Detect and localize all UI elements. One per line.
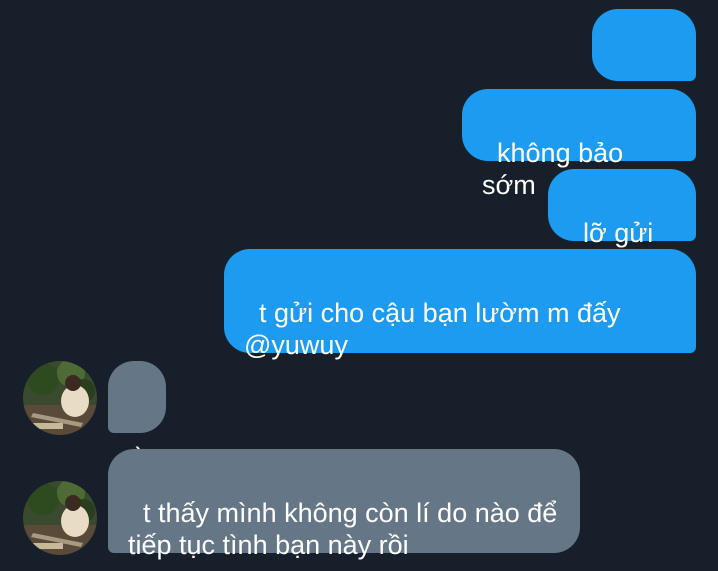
user-avatar[interactable] [23, 361, 97, 435]
message-text: t gửi cho cậu bạn lườm m đấy @yuwuy [244, 298, 621, 360]
received-message-bubble[interactable]: :) [108, 361, 166, 472]
dm-conversation: { "colors": { "background": "#17202a", "… [0, 0, 718, 571]
sent-message-bubble[interactable]: oops [592, 9, 696, 120]
sent-message-bubble[interactable]: t gửi cho cậu bạn lườm m đấy @yuwuy [224, 249, 696, 360]
sent-message-bubble[interactable]: không bảo sớm [462, 89, 696, 200]
sent-message-bubble[interactable]: lỡ gửi rồi [548, 169, 696, 280]
avatar-image [23, 481, 97, 555]
received-message-bubble[interactable]: t thấy mình không còn lí do nào để tiếp … [108, 449, 580, 560]
message-text: t thấy mình không còn lí do nào để tiếp … [128, 498, 558, 560]
user-avatar[interactable] [23, 481, 97, 555]
avatar-image [23, 361, 97, 435]
